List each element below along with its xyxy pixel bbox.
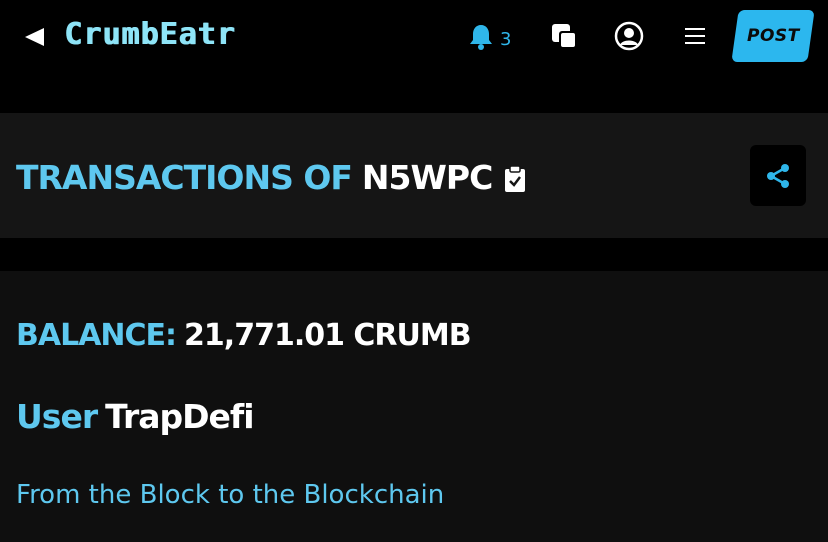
app-logo[interactable]: CrumbEatr	[64, 17, 236, 53]
notifications-button[interactable]: 3	[468, 21, 511, 53]
balance-row: BALANCE: 21,771.01 CRUMB	[16, 316, 472, 356]
post-button-label: POST	[746, 26, 800, 46]
title-prefix: TRANSACTIONS OF	[16, 158, 353, 197]
user-tagline: From the Block to the Blockchain	[16, 480, 445, 510]
back-button[interactable]	[22, 26, 46, 48]
account-button[interactable]	[614, 21, 644, 51]
windows-button[interactable]	[550, 22, 580, 52]
back-triangle-icon	[25, 28, 44, 46]
balance-value: 21,771.01 CRUMB	[184, 318, 472, 353]
page-title: TRANSACTIONS OF N5WPC	[16, 158, 526, 198]
user-row: User TrapDefi	[16, 396, 255, 438]
overlapping-squares-icon	[552, 24, 577, 49]
user-circle-icon	[614, 21, 644, 51]
share-icon	[767, 163, 789, 188]
account-address: N5WPC	[361, 158, 493, 197]
top-bar: CrumbEatr 3 POST	[0, 0, 828, 78]
menu-button[interactable]	[684, 25, 706, 47]
bell-icon	[470, 25, 492, 50]
user-label: User	[16, 397, 98, 436]
notification-count: 3	[500, 28, 512, 50]
user-name[interactable]: TrapDefi	[105, 397, 254, 436]
hamburger-menu-icon	[685, 28, 705, 44]
post-button[interactable]: POST	[731, 10, 815, 62]
clipboard-check-icon[interactable]	[504, 165, 526, 193]
balance-label: BALANCE:	[16, 318, 177, 353]
share-button[interactable]	[750, 145, 806, 206]
